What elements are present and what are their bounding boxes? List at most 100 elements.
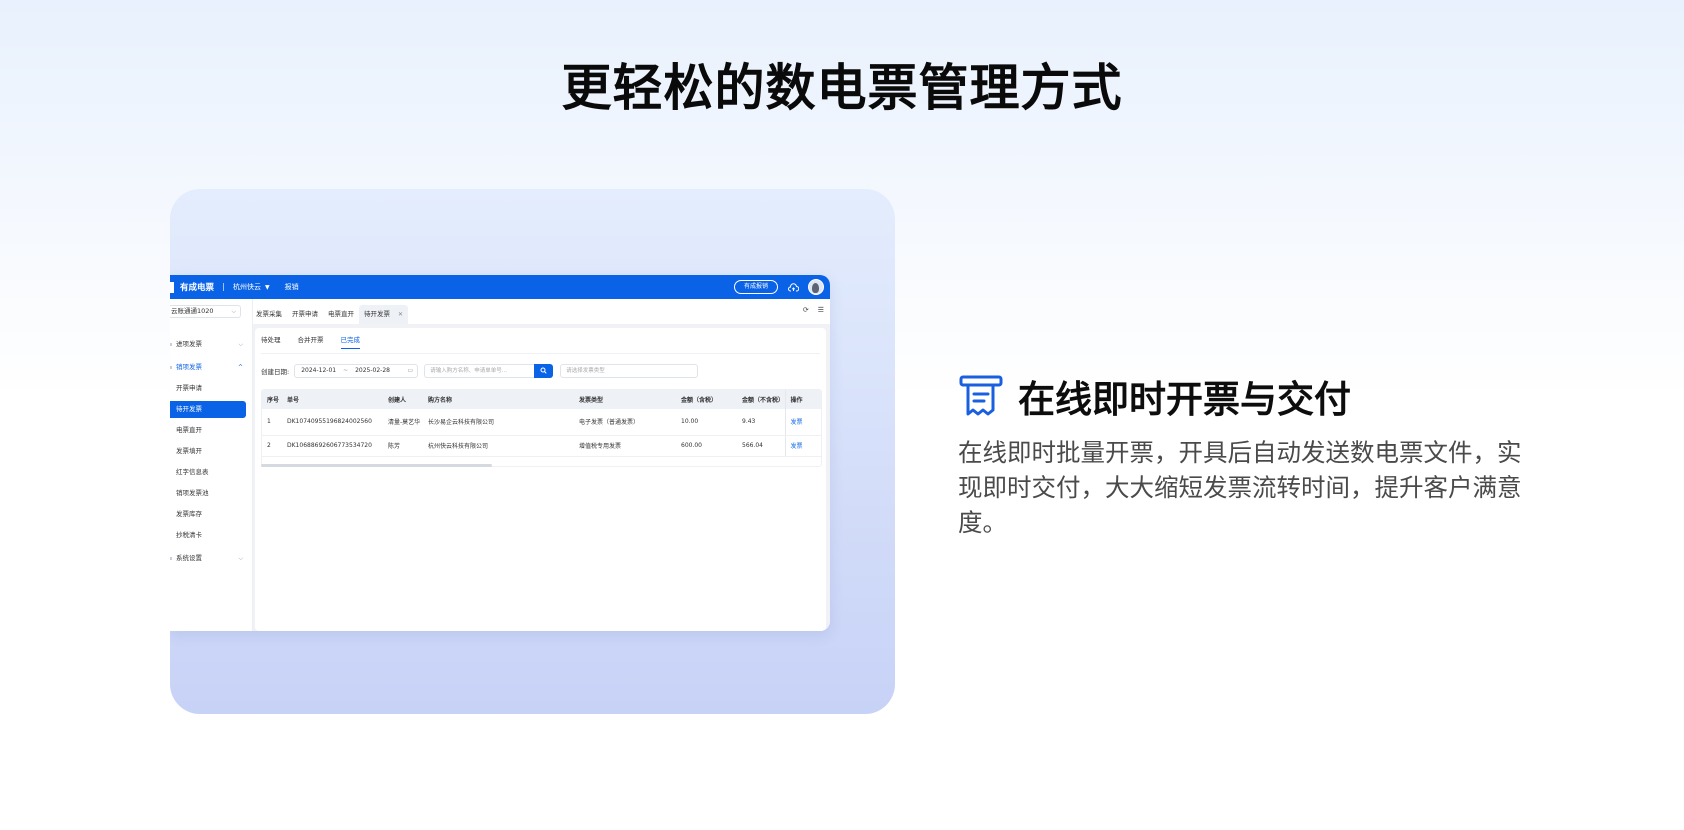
feature-block: 在线即时开票与交付 在线即时批量开票，开具后自动发送数电票文件，实现即时交付，大… <box>958 369 1538 540</box>
receipt-icon <box>959 375 1003 416</box>
date-end: 2025-02-28 <box>355 367 390 374</box>
app-logo: 有成电票 <box>180 283 215 293</box>
subtab-merge[interactable]: 合并开票 <box>298 334 324 349</box>
sidebar-item-pool[interactable]: 销项发票池 <box>170 485 246 502</box>
sidebar-item-label: 开票申请 <box>176 384 202 392</box>
column-header: 购方名称 <box>423 390 574 409</box>
date-label: 创建日期: <box>261 367 290 376</box>
tab-bar: 发票采集 开票申请 电票直开 待开发票 ✕ ⟳ ☰ <box>253 299 830 324</box>
invoice-link[interactable]: 发票 <box>784 435 821 457</box>
table-row: 2 DK10688692606773534720 陈芳 杭州快云科技有限公司 增… <box>262 435 821 457</box>
sidebar-item-pending[interactable]: 待开发票 <box>170 401 246 418</box>
search-input[interactable]: 请输入购方名称、申请单单号... <box>424 363 535 378</box>
menu-dot-icon <box>170 366 172 369</box>
refresh-icon[interactable]: ⟳ <box>803 306 809 314</box>
cell: 陈芳 <box>383 435 423 457</box>
avatar[interactable] <box>808 279 824 295</box>
cell: 电子发票（普通发票） <box>574 409 676 436</box>
table-header: 序号 单号 创建人 购方名称 发票类型 金额（含税） 金额（不含税） 操作 <box>262 390 821 409</box>
main-panel: 待处理 合并开票 已完成 创建日期: 2024-12-01 ~ 2025-02-… <box>255 328 826 631</box>
logo-icon <box>170 281 174 293</box>
cell: 10.00 <box>676 409 737 436</box>
cell: 1 <box>262 409 282 436</box>
column-header: 发票类型 <box>574 390 676 409</box>
cell: DK10740955196824002560 <box>282 409 383 436</box>
subtab-done[interactable]: 已完成 <box>340 334 360 349</box>
filter-bar: 创建日期: 2024-12-01 ~ 2025-02-28 ▭ 请输入购方名称、… <box>261 363 699 378</box>
horizontal-scrollbar[interactable] <box>261 464 492 467</box>
column-header: 单号 <box>282 390 383 409</box>
close-icon[interactable]: ✕ <box>398 311 403 318</box>
chevron-down-icon: ⌵ <box>238 341 243 348</box>
cell: 长沙易企云科技有限公司 <box>423 409 574 436</box>
sidebar-item-label: 抄税清卡 <box>176 531 202 539</box>
sidebar-item-direct[interactable]: 电票直开 <box>170 422 246 439</box>
date-range-picker[interactable]: 2024-12-01 ~ 2025-02-28 ▭ <box>294 363 419 378</box>
org-switcher[interactable]: 杭州快云 <box>233 282 261 292</box>
column-header: 序号 <box>262 390 282 409</box>
sidebar-item-input-invoices[interactable]: 进项发票 ⌵ <box>170 336 246 353</box>
sidebar-item-label: 发票填开 <box>176 447 202 455</box>
sidebar-item-label: 红字信息表 <box>176 468 209 476</box>
product-screenshot-card: 有成电票 杭州快云 ▼ 报销 有成报销 云账通通1020 ⌵ 进项发票 ⌵ 销项… <box>170 189 895 714</box>
menu-dot-icon <box>170 557 172 560</box>
content-area: 发票采集 开票申请 电票直开 待开发票 ✕ ⟳ ☰ 待处理 合并开票 已完成 创建… <box>253 299 830 631</box>
menu-reimburse[interactable]: 报销 <box>285 282 299 292</box>
sidebar-item-label: 电票直开 <box>176 426 202 434</box>
account-button[interactable]: 有成报销 <box>733 280 778 294</box>
sidebar-item-label: 销项发票池 <box>176 489 209 497</box>
sidebar-item-settings[interactable]: 系统设置 ⌵ <box>170 550 246 567</box>
cell: DK10688692606773534720 <box>282 435 383 457</box>
sidebar-item-label: 发票库存 <box>176 510 202 518</box>
page-title: 更轻松的数电票管理方式 <box>561 59 1123 117</box>
sidebar-item-label: 待开发票 <box>176 405 202 413</box>
invoice-link[interactable]: 发票 <box>784 409 821 436</box>
sub-tabs: 待处理 合并开票 已完成 <box>261 334 360 349</box>
feature-description: 在线即时批量开票，开具后自动发送数电票文件，实现即时交付，大大缩短发票流转时间，… <box>958 438 1522 537</box>
search-icon <box>540 367 547 374</box>
subtab-pending[interactable]: 待处理 <box>261 334 281 349</box>
top-bar: 有成电票 杭州快云 ▼ 报销 有成报销 <box>170 275 830 299</box>
cell: 2 <box>262 435 282 457</box>
calendar-icon: ▭ <box>407 367 414 374</box>
cell: 增值税专用发票 <box>574 435 676 457</box>
divider <box>223 283 225 291</box>
column-header: 金额（含税） <box>676 390 737 409</box>
tab-collect[interactable]: 发票采集 <box>251 305 287 324</box>
cell: 清量-莫艺华 <box>383 409 423 436</box>
column-header: 金额（不含税） <box>737 390 785 409</box>
sidebar-item-label: 销项发票 <box>176 363 202 371</box>
sidebar-item-output-invoices[interactable]: 销项发票 ^ <box>170 359 246 376</box>
caret-down-icon[interactable]: ▼ <box>265 284 270 291</box>
divider <box>261 353 820 354</box>
date-start: 2024-12-01 <box>301 367 337 374</box>
sidebar-item-tax[interactable]: 抄税清卡 <box>170 527 246 544</box>
column-header: 操作 <box>784 390 821 409</box>
sidebar-item-fill[interactable]: 发票填开 <box>170 443 246 460</box>
chevron-down-icon: ⌵ <box>238 555 243 562</box>
sidebar-item-red-info[interactable]: 红字信息表 <box>170 464 246 481</box>
feature-title: 在线即时开票与交付 <box>1018 378 1351 421</box>
tab-label: 待开发票 <box>364 310 390 318</box>
app-window: 有成电票 杭州快云 ▼ 报销 有成报销 云账通通1020 ⌵ 进项发票 ⌵ 销项… <box>170 275 830 631</box>
sidebar: 云账通通1020 ⌵ 进项发票 ⌵ 销项发票 ^ 开票申请 待开发票 电票直开 <box>170 299 253 631</box>
menu-icon[interactable]: ☰ <box>818 306 824 314</box>
invoice-table: 序号 单号 创建人 购方名称 发票类型 金额（含税） 金额（不含税） 操作 1 … <box>261 389 822 467</box>
cloud-upload-icon[interactable] <box>788 282 799 292</box>
cell: 566.04 <box>737 435 785 457</box>
cell: 9.43 <box>737 409 785 436</box>
org-select[interactable]: 云账通通1020 ⌵ <box>170 305 241 318</box>
column-header: 创建人 <box>383 390 423 409</box>
invoice-type-select[interactable]: 请选择发票类型 <box>560 363 699 378</box>
sidebar-item-stock[interactable]: 发票库存 <box>170 506 246 523</box>
org-select-value: 云账通通1020 <box>171 307 214 315</box>
range-separator: ~ <box>343 367 349 374</box>
tab-pending[interactable]: 待开发票 ✕ <box>359 305 409 324</box>
menu-dot-icon <box>170 343 172 346</box>
tab-direct[interactable]: 电票直开 <box>323 305 359 324</box>
search-button[interactable] <box>534 363 554 378</box>
chevron-down-icon: ⌵ <box>231 308 236 315</box>
cell: 杭州快云科技有限公司 <box>423 435 574 457</box>
tab-apply[interactable]: 开票申请 <box>287 305 323 324</box>
sidebar-item-apply[interactable]: 开票申请 <box>170 380 246 397</box>
